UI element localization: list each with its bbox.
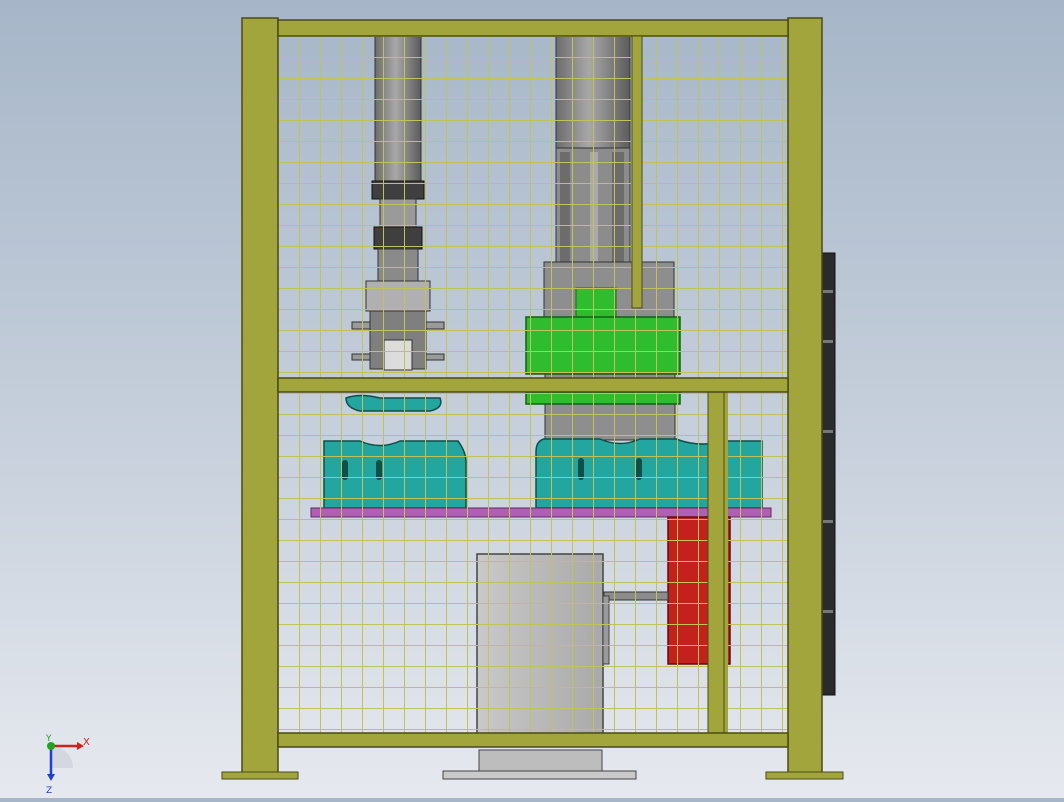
z-axis-label: Z (46, 786, 52, 796)
x-axis-label: X (83, 737, 90, 748)
side-rail (820, 252, 836, 696)
y-axis-label: Y (45, 734, 52, 744)
axis-triad: X Y Z (45, 734, 90, 796)
cad-viewport[interactable]: X Y Z (0, 0, 1064, 798)
cad-drawing: X Y Z (45, 17, 844, 796)
